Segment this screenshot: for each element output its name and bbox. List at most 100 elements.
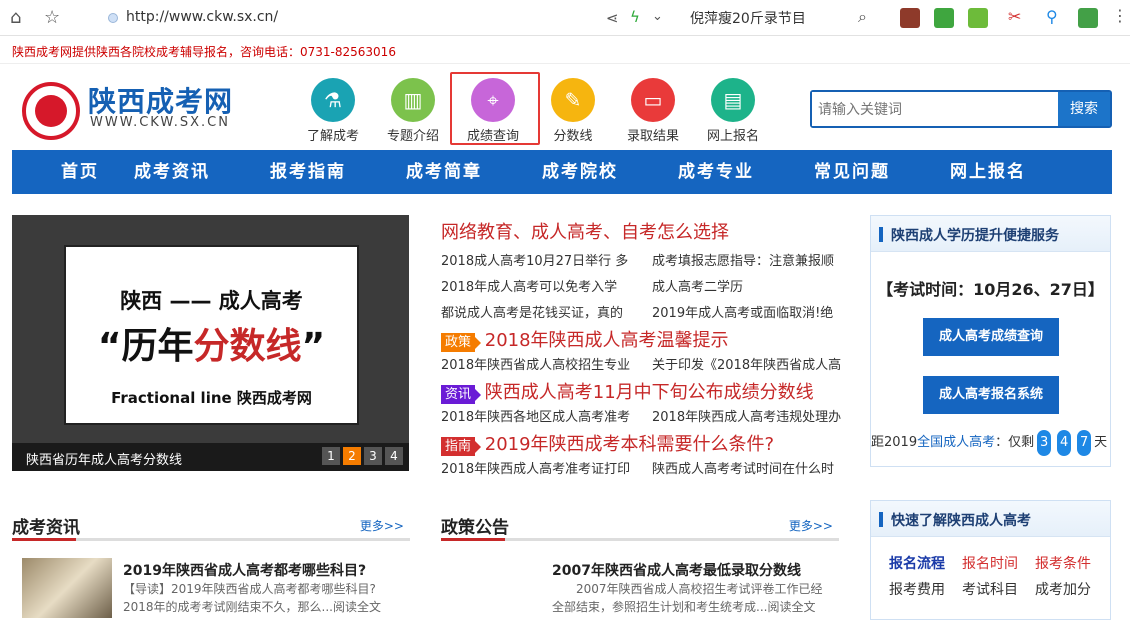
news-link[interactable]: 2018年陕西省成人高校招生专业 [441,354,630,373]
quick-link[interactable]: 报名时间 [962,553,1018,573]
news-link[interactable]: 陕西成人高考考试时间在什么时 [652,458,834,477]
share-icon[interactable]: ⋖ [606,8,619,28]
banner-line2a: “历年 [97,326,194,367]
article-title[interactable]: 2019年陕西省成人高考都考哪些科目? [123,560,366,580]
logo-icon[interactable] [22,82,80,140]
lightning-icon[interactable]: ϟ [630,7,640,27]
banner-line2b: 分数线 [193,326,302,367]
banner-slideshow[interactable]: 陕西 —— 成人高考 “历年分数线” Fractional line 陕西成考网… [12,215,409,471]
search-input[interactable] [812,92,1060,126]
translate-icon[interactable] [968,8,988,28]
countdown-digit: 7 [1077,430,1092,456]
news-link[interactable]: 2018成人高考10月27日举行 多 [441,250,628,269]
banner-page-3[interactable]: 3 [364,447,382,465]
home-icon[interactable]: ⌂ [10,8,21,28]
more-link[interactable]: 更多>> [789,517,833,534]
quick-link[interactable]: 报考费用 [889,579,945,599]
gamepad-icon[interactable] [1078,8,1098,28]
nav-colleges[interactable]: 成考院校 [512,150,648,194]
book-icon[interactable] [934,8,954,28]
exam-time: 【考试时间：10月26、27日】 [877,280,1104,299]
quick-link[interactable]: 报考条件 [1035,553,1091,573]
flask-icon: ⚗ [311,78,355,122]
registration-system-button[interactable]: 成人高考报名系统 [923,376,1059,414]
article-desc: 【导读】2019年陕西省成人高考都考哪些科目?2018年的成考考试刚结束不久，那… [123,582,381,614]
quick-nav-label: 了解成考 [306,129,359,144]
quick-nav-label: 网上报名 [706,129,759,144]
quick-nav-understand[interactable]: ⚗ 了解成考 [298,78,368,144]
search-button[interactable]: 搜索 [1058,92,1110,126]
building-icon: ▥ [391,78,435,122]
news-subhead[interactable]: 政策 2018年陕西成人高考温馨提示 [441,326,729,352]
notice-text: 陕西成考网提供陕西各院校成考辅导报名，咨询电话：0731-82563016 [12,45,396,59]
news-link[interactable]: 2018年成人高考可以免考入学 [441,276,617,295]
banner-line2: “历年分数线” [66,317,357,369]
countdown-digit: 4 [1057,430,1072,456]
quick-nav-cutoff[interactable]: ✎ 分数线 [538,78,608,144]
news-link[interactable]: 2018年陕西成人高考违规处理办 [652,406,841,425]
news-link[interactable]: 都说成人高考是花钱买证，真的 [441,302,623,321]
countdown-prefix: 距2019 [871,435,918,450]
news-link[interactable]: 成考填报志愿指导：注意兼报顺 [652,250,834,269]
section-title: 政策公告 [441,518,509,538]
score-query-button[interactable]: 成人高考成绩查询 [923,318,1059,356]
extension-icon[interactable] [900,8,920,28]
address-bar[interactable]: http://www.ckw.sx.cn/ [100,7,660,29]
banner-caption-text[interactable]: 陕西省历年成人高考分数线 [26,449,182,468]
section-news-header: 成考资讯 更多>> [12,505,410,541]
more-icon[interactable]: ⋮ [1112,6,1128,26]
browser-search-hint[interactable]: 倪萍瘦20斤录节目 [690,8,806,28]
quick-link[interactable]: 成考加分 [1035,579,1091,599]
chevron-down-icon[interactable]: ⌄ [652,7,663,27]
quick-nav-register[interactable]: ▤ 网上报名 [698,78,768,144]
url-text[interactable]: http://www.ckw.sx.cn/ [126,9,278,25]
news-subhead[interactable]: 指南 2019年陕西成考本科需要什么条件? [441,430,774,456]
nav-majors[interactable]: 成考专业 [648,150,784,194]
more-link[interactable]: 更多>> [360,517,404,534]
quick-link[interactable]: 报名流程 [889,553,945,573]
logo-title[interactable]: 陕西成考网 [88,80,233,120]
news-link[interactable]: 2018年陕西成人高考准考证打印 [441,458,630,477]
news-link[interactable]: 2019年成人高考或面临取消!绝 [652,302,833,321]
tag-news: 资讯 [441,385,482,404]
nav-faq[interactable]: 常见问题 [784,150,920,194]
news-headline[interactable]: 网络教育、成人高考、自考怎么选择 [441,218,729,244]
nav-guide[interactable]: 报考指南 [240,150,376,194]
notice-bar: 陕西成考网提供陕西各院校成考辅导报名，咨询电话：0731-82563016 [0,36,1130,64]
article-title[interactable]: 2007年陕西省成人高考最低录取分数线 [552,560,801,580]
news-subhead[interactable]: 资讯 陕西成人高考11月中下旬公布成绩分数线 [441,378,814,404]
magnifier-icon[interactable]: ⚲ [1046,7,1058,27]
quick-nav-admission[interactable]: ▭ 录取结果 [618,78,688,144]
section-title: 成考资讯 [12,518,80,538]
star-icon[interactable]: ☆ [44,8,60,28]
nav-news[interactable]: 成考资讯 [104,150,240,194]
scissors-icon[interactable]: ✂ [1008,7,1021,27]
browser-toolbar: ⌂ ☆ http://www.ckw.sx.cn/ ⋖ ϟ ⌄ 倪萍瘦20斤录节… [0,0,1130,36]
quick-nav-topics[interactable]: ▥ 专题介绍 [378,78,448,144]
article-thumbnail[interactable] [22,558,112,618]
news-link[interactable]: 2018年陕西各地区成人高考准考 [441,406,630,425]
banner-page-4[interactable]: 4 [385,447,403,465]
service-panel: 陕西成人学历提升便捷服务 【考试时间：10月26、27日】 成人高考成绩查询 成… [870,215,1111,467]
news-subhead-text[interactable]: 2018年陕西成人高考温馨提示 [485,330,729,351]
site-info-icon[interactable] [108,13,118,23]
news-link[interactable]: 关于印发《2018年陕西省成人高 [652,354,841,373]
banner-line2c: ” [301,326,326,367]
pen-icon: ✎ [551,78,595,122]
quick-nav-label: 录取结果 [626,129,679,144]
countdown-digit: 3 [1037,430,1052,456]
tag-policy: 政策 [441,333,482,352]
nav-register[interactable]: 网上报名 [920,150,1056,194]
panel-header: 陕西成人学历提升便捷服务 [871,216,1110,252]
news-subhead-text[interactable]: 2019年陕西成考本科需要什么条件? [485,434,774,455]
banner-page-1[interactable]: 1 [322,447,340,465]
news-link[interactable]: 成人高考二学历 [652,276,743,295]
countdown-link[interactable]: 全国成人高考 [917,435,995,450]
quick-link[interactable]: 考试科目 [962,579,1018,599]
panel-header: 快速了解陕西成人高考 [871,501,1110,537]
nav-brochure[interactable]: 成考简章 [376,150,512,194]
banner-page-2[interactable]: 2 [343,447,361,465]
banner-image: 陕西 —— 成人高考 “历年分数线” Fractional line 陕西成考网 [64,245,359,425]
search-icon[interactable]: ⌕ [858,7,867,27]
news-subhead-text[interactable]: 陕西成人高考11月中下旬公布成绩分数线 [485,382,814,403]
